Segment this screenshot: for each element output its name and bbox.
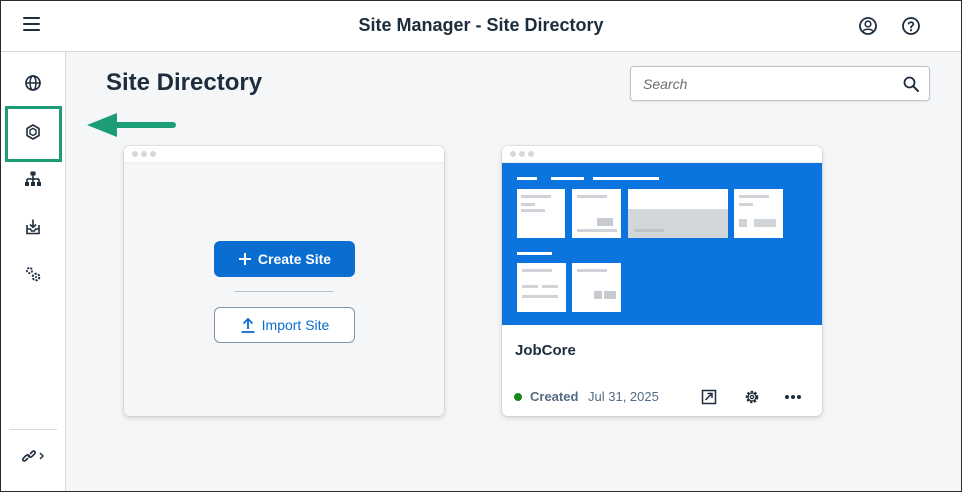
export-icon bbox=[701, 389, 717, 405]
shell-bar: Site Manager - Site Directory bbox=[1, 1, 961, 52]
status-indicator-dot bbox=[514, 393, 522, 401]
site-card[interactable]: JobCore Created Jul 31, 2025 bbox=[502, 146, 822, 416]
search-input[interactable] bbox=[631, 67, 893, 100]
more-icon bbox=[785, 395, 801, 399]
nav-item-settings[interactable] bbox=[1, 251, 65, 297]
more-options-button[interactable] bbox=[782, 386, 804, 408]
nav-item-globe[interactable] bbox=[1, 60, 65, 106]
callout-arrow-icon bbox=[87, 113, 176, 137]
import-site-label: Import Site bbox=[261, 317, 330, 333]
card-window-bar bbox=[502, 146, 822, 163]
button-divider bbox=[234, 291, 334, 292]
create-site-button[interactable]: Create Site bbox=[214, 241, 355, 277]
selected-nav-highlight bbox=[5, 106, 62, 162]
help-icon[interactable] bbox=[900, 15, 922, 37]
globe-icon bbox=[25, 75, 41, 91]
import-site-button[interactable]: Import Site bbox=[214, 307, 355, 343]
search-field[interactable] bbox=[630, 66, 930, 101]
nav-item-links[interactable] bbox=[1, 433, 65, 479]
card-window-bar bbox=[124, 146, 444, 163]
settings-icon bbox=[745, 390, 759, 404]
create-card-body: Create Site Import Site bbox=[124, 163, 444, 416]
status-date: Jul 31, 2025 bbox=[588, 389, 659, 404]
side-navigation bbox=[1, 52, 66, 491]
inbox-download-icon bbox=[26, 219, 40, 235]
create-site-card: Create Site Import Site bbox=[124, 146, 444, 416]
page-title: Site Directory bbox=[106, 69, 263, 96]
link-expand-icon bbox=[22, 450, 44, 462]
nav-divider bbox=[9, 429, 57, 430]
nav-item-inbox[interactable] bbox=[1, 204, 65, 250]
search-icon[interactable] bbox=[902, 75, 920, 93]
app-window: Site Manager - Site Directory Site Direc… bbox=[0, 0, 962, 492]
app-title: Site Manager - Site Directory bbox=[358, 15, 604, 35]
site-thumbnail bbox=[502, 163, 822, 325]
status-label: Created bbox=[530, 389, 579, 404]
site-settings-button[interactable] bbox=[741, 386, 763, 408]
hierarchy-icon bbox=[25, 171, 41, 186]
export-button[interactable] bbox=[698, 386, 720, 408]
settings-gears-icon bbox=[26, 267, 41, 282]
create-site-label: Create Site bbox=[257, 251, 332, 267]
user-profile-icon[interactable] bbox=[857, 15, 879, 37]
nav-item-hierarchy[interactable] bbox=[1, 156, 65, 202]
upload-icon bbox=[241, 317, 255, 333]
plus-icon bbox=[238, 253, 251, 265]
site-name: JobCore bbox=[515, 342, 576, 359]
